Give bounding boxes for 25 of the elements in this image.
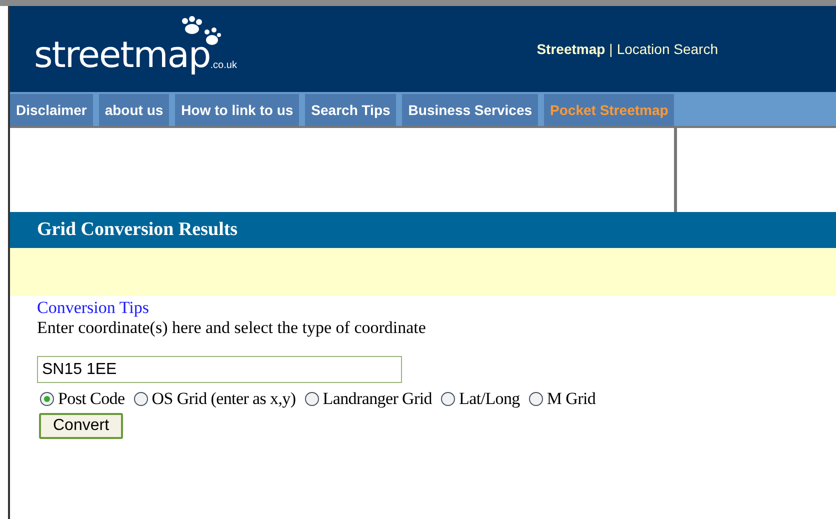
tagline-title: Streetmap (536, 41, 606, 57)
conversion-tips-link[interactable]: Conversion Tips (37, 298, 149, 318)
nav-link[interactable]: Business Services (402, 94, 538, 126)
radio-label[interactable]: Lat/Long (459, 389, 520, 409)
logo-suffix: .co.uk (210, 60, 237, 71)
coordinate-input[interactable]: SN15 1EE (37, 356, 402, 383)
radio-button[interactable] (40, 392, 54, 406)
radio-label[interactable]: Post Code (58, 389, 125, 409)
radio-button[interactable] (304, 392, 319, 406)
nav-link[interactable]: Search Tips (305, 94, 396, 126)
logo-text[interactable]: streetmap (34, 38, 210, 74)
radio-label[interactable]: Landranger Grid (322, 389, 432, 409)
radio-button[interactable] (134, 392, 148, 406)
radio-button[interactable] (441, 392, 456, 406)
section-title: Grid Conversion Results (37, 219, 238, 241)
tagline-separator: | (609, 41, 613, 57)
instructions-text: Enter coordinate(s) here and select the type of coordinate (37, 318, 427, 338)
radio-label[interactable]: M Grid (546, 389, 596, 409)
nav-link[interactable]: about us (98, 94, 170, 126)
convert-button[interactable]: Convert (39, 413, 124, 439)
radio-button[interactable] (528, 392, 543, 406)
radio-label[interactable]: OS Grid (enter as x,y) (152, 389, 296, 409)
nav-link[interactable]: Disclaimer (10, 94, 93, 126)
nav-link[interactable]: How to link to us (175, 94, 300, 126)
location-search-link[interactable]: Location Search (616, 41, 718, 57)
